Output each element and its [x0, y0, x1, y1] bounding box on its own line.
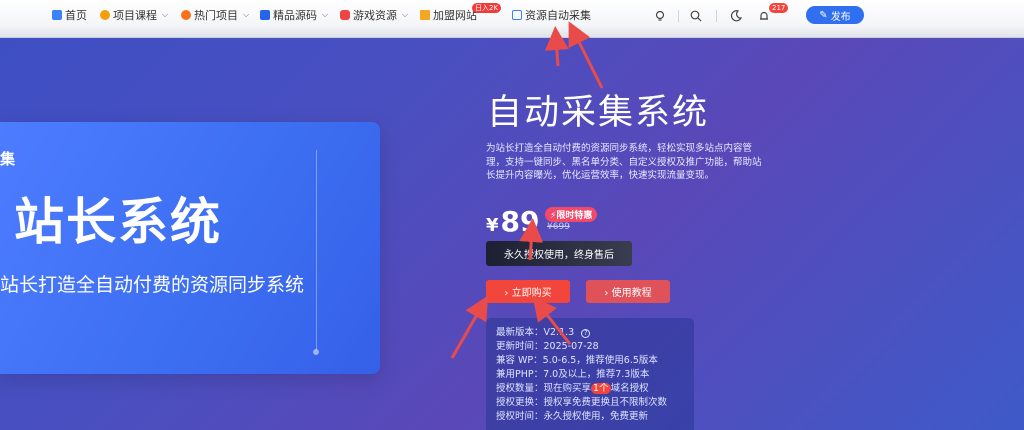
product-banner-image: 集 站长系统 站长打造全自动付费的资源同步系统 — [0, 122, 380, 374]
code-icon — [260, 10, 270, 20]
lifetime-license-note: 永久授权使用，终身售后 — [486, 241, 632, 266]
home-icon — [52, 10, 62, 20]
crown-icon — [420, 10, 430, 20]
moon-icon[interactable] — [728, 8, 744, 24]
product-title: 自动采集系统 — [487, 93, 710, 133]
nav-item-home[interactable]: 首页 — [52, 0, 87, 30]
license-count-highlight: 1个 — [591, 383, 611, 394]
search-icon[interactable] — [688, 8, 704, 24]
info-row-license-count: 授权数量：现在购买享 1个 域名授权 — [496, 383, 649, 394]
chevron-down-icon: ⌵ — [162, 10, 169, 19]
info-row-php: 兼用PHP：7.0及以上，推荐7.3版本 — [496, 369, 650, 380]
info-row-license-time: 授权时间：永久授权使用，免费更新 — [496, 411, 649, 422]
info-row-license-change: 授权更换：授权享免费更换且不限制次数 — [496, 397, 668, 408]
chevron-down-icon: ⌵ — [402, 10, 409, 19]
info-row-version: 最新版本：V2.1.3 ? — [496, 326, 684, 340]
product-description: 为站长打造全自动付费的资源同步系统，轻松实现多站点内容管理，支持一键同步、黑名单… — [486, 143, 762, 181]
product-info-panel: 最新版本：V2.1.3 ? 更新时间：2025-07-28 兼容 WP：5.0-… — [486, 318, 694, 430]
notification-count-badge: 217 — [769, 3, 789, 13]
banner-fragment-text: 集 — [0, 150, 16, 168]
info-row-updated: 更新时间：2025-07-28 — [496, 341, 599, 352]
banner-title: 站长系统 — [14, 192, 222, 251]
course-icon — [100, 10, 110, 20]
nav-item-join-site[interactable]: 加盟网站 — [420, 0, 477, 30]
currency-symbol: ¥ — [486, 215, 499, 236]
info-row-wp: 兼容 WP：5.0-6.5，推荐使用6.5版本 — [496, 355, 658, 366]
fire-icon — [181, 10, 191, 20]
game-icon — [340, 10, 350, 20]
nav-item-source-code[interactable]: 精品源码 ⌵ — [260, 0, 328, 30]
publish-button[interactable]: ✎ 发布 — [806, 6, 864, 24]
tutorial-button[interactable]: › 使用教程 — [586, 280, 670, 303]
box-icon — [512, 10, 522, 20]
nav-item-courses[interactable]: 项目课程 ⌵ — [100, 0, 168, 30]
original-price: ¥699 — [547, 222, 570, 232]
nav-item-game-resources[interactable]: 游戏资源 ⌵ — [340, 0, 408, 30]
divider — [716, 10, 717, 22]
help-icon[interactable]: ? — [581, 329, 591, 338]
divider — [678, 10, 679, 22]
limited-offer-badge: ⚡限时特惠 — [545, 207, 598, 222]
chevron-down-icon: ⌵ — [322, 10, 329, 19]
annotation-arrow — [568, 21, 604, 89]
annotation-arrow — [450, 295, 488, 359]
price-value: 89 — [500, 205, 540, 238]
top-navigation-bar: 首页 项目课程 ⌵ 热门项目 ⌵ 精品源码 ⌵ 游戏资源 ⌵ 加盟网站 日入2K… — [0, 0, 1024, 38]
new-badge: 日入2K — [472, 3, 502, 13]
nav-item-hot-projects[interactable]: 热门项目 ⌵ — [181, 0, 249, 30]
banner-subtitle: 站长打造全自动付费的资源同步系统 — [0, 274, 305, 296]
edit-icon: ✎ — [819, 9, 828, 21]
annotation-arrow — [544, 26, 569, 67]
nav-item-auto-collect[interactable]: 资源自动采集 — [512, 0, 591, 30]
lightbulb-icon[interactable] — [652, 8, 668, 24]
banner-dot — [313, 349, 319, 355]
banner-divider-line — [316, 150, 317, 350]
buy-now-button[interactable]: › 立即购买 — [486, 280, 570, 303]
price: ¥89 — [486, 205, 540, 238]
chevron-down-icon: ⌵ — [243, 10, 250, 19]
